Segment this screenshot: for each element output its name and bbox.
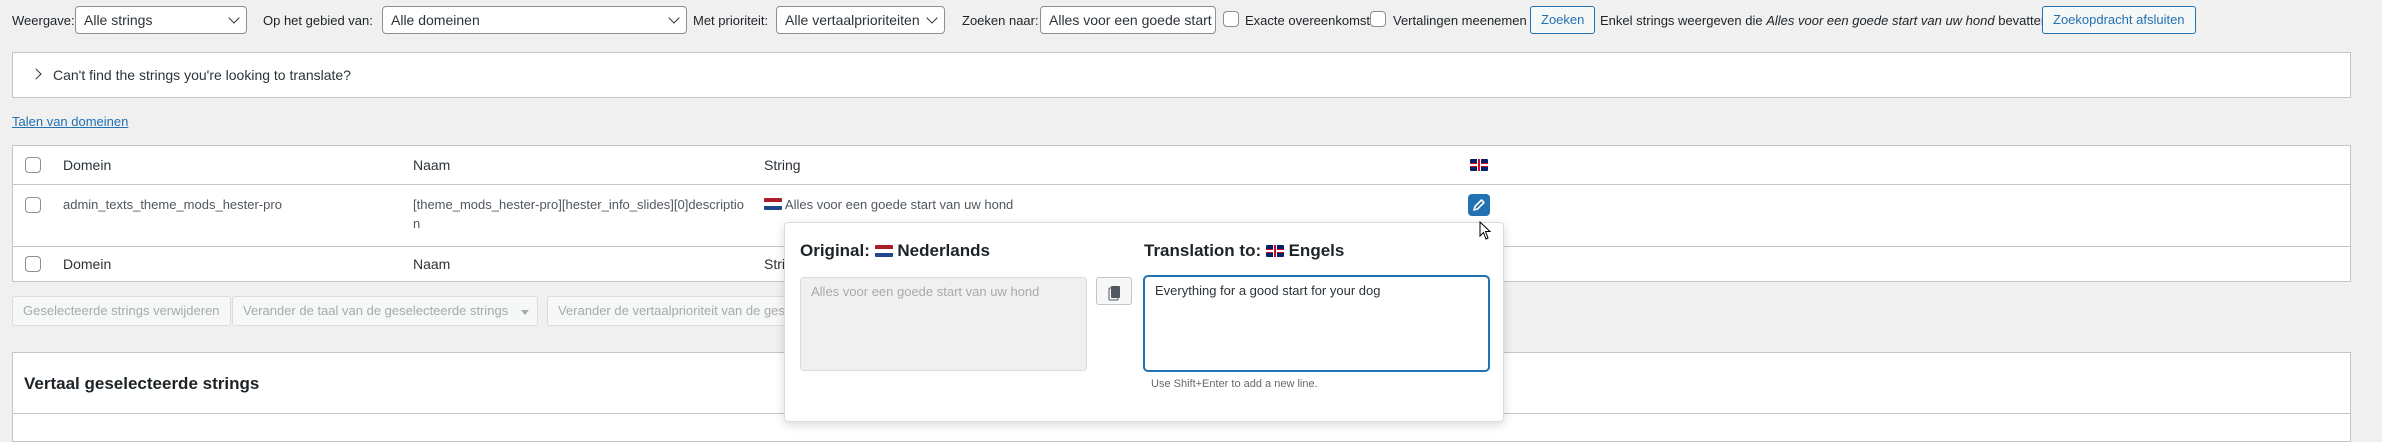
- domain-select[interactable]: Alle domeinen: [382, 6, 687, 34]
- include-translations-label: Vertalingen meenemen: [1393, 13, 1527, 28]
- search-input[interactable]: Alles voor een goede start: [1040, 6, 1216, 34]
- chevron-down-icon: [228, 12, 240, 24]
- row-name-line2: n: [413, 216, 421, 231]
- footer-header-domain: Domein: [63, 256, 112, 272]
- row-string: Alles voor een goede start van uw hond: [764, 197, 1013, 212]
- uk-flag-icon: [1470, 159, 1488, 171]
- search-result-prefix: Enkel strings weergeven die: [1600, 13, 1763, 28]
- original-text: Alles voor een goede start van uw hond: [811, 284, 1040, 299]
- translation-textarea[interactable]: Everything for a good start for your dog: [1144, 276, 1489, 371]
- uk-flag-icon: [1265, 245, 1284, 257]
- original-label: Original:: [800, 241, 870, 260]
- translation-label: Translation to:: [1144, 241, 1262, 260]
- search-button[interactable]: Zoeken: [1530, 6, 1596, 34]
- select-all-checkbox[interactable]: [25, 157, 41, 173]
- divider: [13, 184, 2350, 185]
- pencil-icon: [1473, 199, 1485, 211]
- row-string-text: Alles voor een goede start van uw hond: [784, 197, 1014, 212]
- close-search-button[interactable]: Zoekopdracht afsluiten: [2042, 6, 2196, 34]
- domain-label: Op het gebied van:: [263, 13, 373, 28]
- priority-select-value: Alle vertaalprioriteiten: [785, 12, 920, 28]
- column-header-domain: Domein: [63, 157, 112, 173]
- nl-flag-icon: [874, 245, 893, 257]
- translation-text: Everything for a good start for your dog: [1155, 283, 1381, 298]
- search-result-text: Enkel strings weergeven die Alles voor e…: [1600, 13, 2048, 28]
- translation-popup: Original: Nederlands Alles voor een goed…: [784, 222, 1504, 422]
- chevron-down-icon: [668, 12, 680, 24]
- copy-icon: [1108, 286, 1120, 301]
- translation-heading: Translation to: Engels: [1144, 241, 1344, 261]
- delete-selected-button[interactable]: Geselecteerde strings verwijderen: [12, 296, 231, 326]
- include-translations-checkbox[interactable]: [1370, 11, 1386, 27]
- show-select[interactable]: Alle strings: [75, 6, 247, 34]
- priority-label: Met prioriteit:: [693, 13, 769, 28]
- caret-down-icon: [521, 310, 529, 315]
- row-name-line1: [theme_mods_hester-pro][hester_info_slid…: [413, 197, 744, 212]
- notice-text: Can't find the strings you're looking to…: [53, 67, 351, 83]
- change-priority-button[interactable]: Verander de vertaalprioriteit van de ges: [547, 296, 787, 326]
- section-title: Vertaal geselecteerde strings: [24, 374, 260, 393]
- nl-flag-icon: [764, 198, 782, 210]
- domain-select-value: Alle domeinen: [391, 12, 480, 28]
- chevron-down-icon: [926, 12, 938, 24]
- chevron-right-icon: [30, 68, 42, 80]
- domain-languages-link[interactable]: Talen van domeinen: [12, 114, 128, 129]
- exact-match-label: Exacte overeenkomst: [1245, 13, 1371, 28]
- row-checkbox[interactable]: [25, 197, 41, 213]
- search-result-term: Alles voor een goede start van uw hond: [1766, 13, 1995, 28]
- search-input-value: Alles voor een goede start: [1049, 12, 1212, 28]
- original-language: Nederlands: [897, 241, 990, 260]
- notice-panel[interactable]: Can't find the strings you're looking to…: [12, 52, 2351, 98]
- priority-select[interactable]: Alle vertaalprioriteiten: [776, 6, 945, 34]
- search-result-suffix: bevatten: [1998, 13, 2049, 28]
- original-text-area: Alles voor een goede start van uw hond: [800, 277, 1087, 371]
- newline-hint: Use Shift+Enter to add a new line.: [1151, 378, 1318, 390]
- copy-original-button[interactable]: [1096, 277, 1132, 305]
- exact-match-checkbox[interactable]: [1223, 11, 1239, 27]
- show-label: Weergave:: [12, 13, 75, 28]
- row-domain: admin_texts_theme_mods_hester-pro: [63, 197, 282, 212]
- show-select-value: Alle strings: [84, 12, 153, 28]
- cursor-icon: [1479, 221, 1492, 240]
- search-label: Zoeken naar:: [962, 13, 1039, 28]
- edit-translation-button[interactable]: [1468, 194, 1490, 216]
- change-language-select[interactable]: Verander de taal van de geselecteerde st…: [232, 296, 538, 326]
- change-language-value: Verander de taal van de geselecteerde st…: [243, 303, 509, 318]
- column-header-name: Naam: [413, 157, 451, 173]
- column-header-string: String: [764, 157, 801, 173]
- translation-language: Engels: [1288, 241, 1345, 260]
- footer-header-name: Naam: [413, 256, 451, 272]
- select-all-footer-checkbox[interactable]: [25, 256, 41, 272]
- footer-header-string: Stri: [764, 256, 785, 272]
- original-heading: Original: Nederlands: [800, 241, 990, 261]
